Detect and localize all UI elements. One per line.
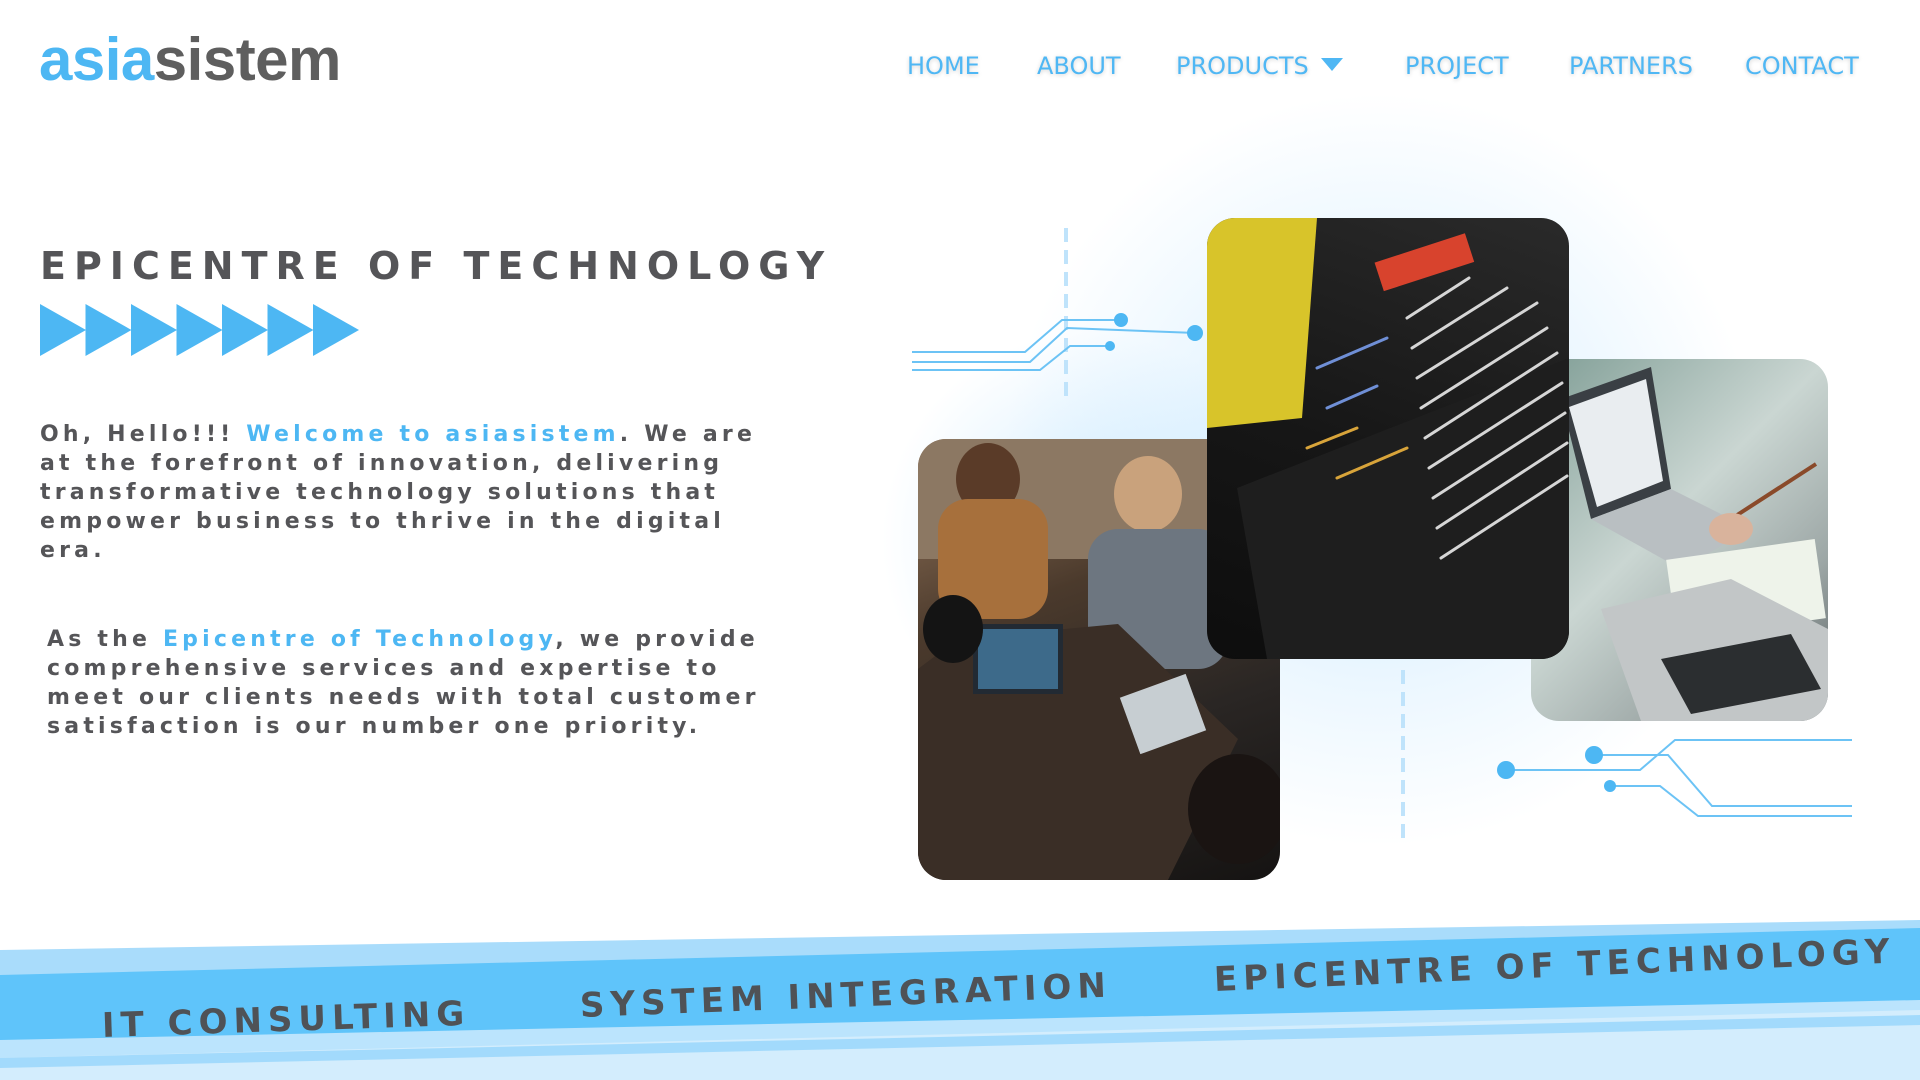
caret-down-icon bbox=[1320, 58, 1343, 71]
hero-headline: EPICENTRE OF TECHNOLOGY bbox=[40, 244, 833, 288]
about-paragraph: As the Epicentre of Technology, we provi… bbox=[47, 625, 807, 741]
nav-partners[interactable]: PARTNERS bbox=[1569, 52, 1693, 80]
code-screen-illustration bbox=[1207, 218, 1569, 659]
nav-project[interactable]: PROJECT bbox=[1405, 52, 1509, 80]
nav-home[interactable]: HOME bbox=[907, 52, 980, 80]
play-arrow-icon bbox=[176, 304, 223, 356]
play-arrow-icon bbox=[85, 304, 132, 356]
nav-contact[interactable]: CONTACT bbox=[1745, 52, 1859, 80]
nav-products[interactable]: PRODUCTS bbox=[1176, 52, 1343, 80]
intro-lead: Oh, Hello!!! bbox=[40, 422, 247, 447]
play-arrow-icon bbox=[131, 304, 177, 356]
intro-paragraph: Oh, Hello!!! Welcome to asiasistem. We a… bbox=[40, 420, 760, 565]
play-arrows-row bbox=[40, 302, 370, 358]
play-arrow-icon bbox=[267, 304, 314, 356]
nav-products-label: PRODUCTS bbox=[1176, 52, 1309, 80]
laptop-notes-photo bbox=[1531, 359, 1828, 721]
main-nav: HOME ABOUT PRODUCTS PROJECT PARTNERS CON… bbox=[0, 52, 1920, 92]
nav-about[interactable]: ABOUT bbox=[1037, 52, 1121, 80]
about-lead: As the bbox=[47, 627, 163, 652]
intro-highlight: Welcome to asiasistem bbox=[246, 422, 620, 447]
play-arrow-icon bbox=[40, 304, 359, 356]
about-highlight: Epicentre of Technology bbox=[162, 627, 556, 652]
services-ribbon: IT CONSULTING SYSTEM INTEGRATION EPICENT… bbox=[0, 900, 1920, 1080]
code-screen-photo bbox=[1207, 218, 1569, 659]
play-arrow-icon bbox=[313, 304, 359, 356]
play-arrow-icon bbox=[40, 304, 86, 356]
laptop-notes-illustration bbox=[1561, 367, 1828, 721]
play-arrow-icon bbox=[222, 304, 268, 356]
